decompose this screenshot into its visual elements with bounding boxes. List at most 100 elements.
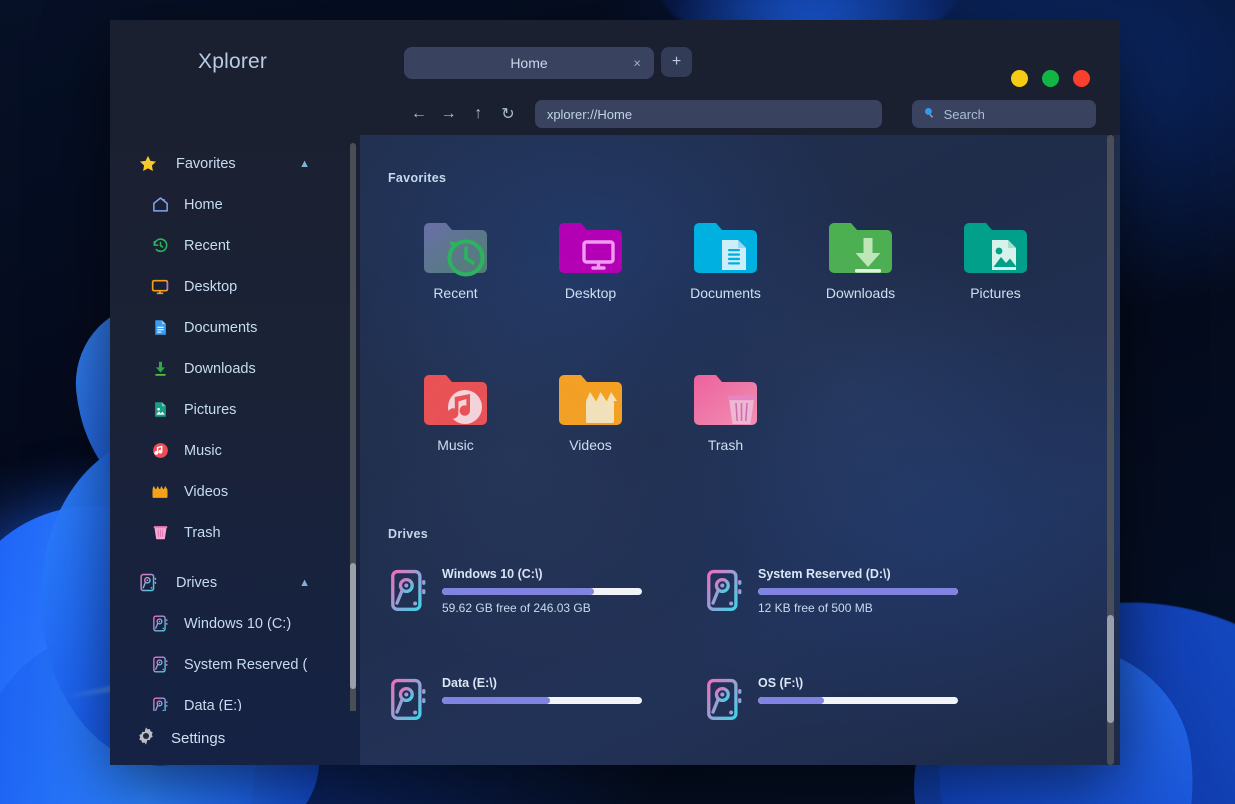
folder-tile-videos[interactable]: Videos	[523, 363, 658, 481]
folder-tile-music[interactable]: Music	[388, 363, 523, 481]
drive-icon	[388, 567, 432, 620]
folder-videos-icon	[553, 363, 629, 441]
folder-pictures-icon	[958, 211, 1034, 289]
back-icon[interactable]: ←	[404, 100, 434, 128]
folder-downloads-icon	[823, 211, 899, 289]
drive-icon	[148, 696, 172, 711]
content-scrollbar-thumb[interactable]	[1107, 615, 1114, 723]
sidebar-item-desktop-label: Desktop	[184, 278, 238, 295]
folder-recent-icon	[418, 211, 494, 289]
sidebar-item-videos[interactable]: Videos	[110, 471, 360, 512]
chevron-up-icon[interactable]: ▲	[299, 158, 310, 170]
drive-name: Data (E:\)	[442, 676, 497, 690]
drive-icon	[704, 676, 748, 729]
drive-icon	[148, 655, 172, 674]
folder-tile-music-label: Music	[437, 437, 474, 453]
sidebar: Favorites ▲ Home Recent Desktop Document…	[110, 135, 360, 765]
drive-name: Windows 10 (C:\)	[442, 567, 543, 581]
search-icon	[923, 106, 936, 122]
monitor-icon	[148, 277, 172, 297]
star-icon	[138, 154, 164, 174]
folder-tile-downloads[interactable]: Downloads	[793, 211, 928, 329]
sidebar-item-settings[interactable]: Settings	[110, 711, 360, 765]
up-icon[interactable]: ↑	[463, 100, 493, 128]
tab-home[interactable]: Home ×	[404, 47, 654, 79]
drive-name: OS (F:\)	[758, 676, 804, 690]
drive-usage-info: 12 KB free of 500 MB	[758, 601, 873, 615]
folder-tile-documents-label: Documents	[690, 285, 761, 301]
music-icon	[148, 441, 172, 460]
clock-icon	[148, 236, 172, 255]
drive-item-e[interactable]: Data (E:\)	[388, 676, 704, 729]
close-button[interactable]	[1073, 70, 1090, 87]
chevron-up-icon-drives[interactable]: ▲	[299, 577, 310, 589]
download-icon	[148, 359, 172, 378]
sidebar-item-documents-label: Documents	[184, 319, 258, 336]
minimize-button[interactable]	[1011, 70, 1028, 87]
sidebar-item-trash-label: Trash	[184, 524, 221, 541]
sidebar-item-trash[interactable]: Trash	[110, 512, 360, 553]
tab-close-icon[interactable]: ×	[633, 57, 641, 70]
window-chrome: Xplorer Home × + ← → ↑ ↻ xplorer://Home	[110, 20, 1120, 135]
window-body: Favorites ▲ Home Recent Desktop Document…	[110, 135, 1120, 765]
xplorer-window: Xplorer Home × + ← → ↑ ↻ xplorer://Home	[110, 20, 1120, 765]
folder-tile-recent-label: Recent	[433, 285, 478, 301]
drive-item-d[interactable]: System Reserved (D:\) 12 KB free of 500 …	[704, 567, 1020, 620]
refresh-icon[interactable]: ↻	[493, 100, 523, 128]
folder-tile-desktop[interactable]: Desktop	[523, 211, 658, 329]
sidebar-item-music-label: Music	[184, 442, 222, 459]
sidebar-item-desktop[interactable]: Desktop	[110, 266, 360, 307]
sidebar-item-pictures[interactable]: Pictures	[110, 389, 360, 430]
folder-tile-videos-label: Videos	[569, 437, 612, 453]
sidebar-item-drive-d[interactable]: System Reserved (	[110, 644, 360, 685]
tab-label: Home	[510, 55, 548, 71]
sidebar-scrollbar-thumb[interactable]	[350, 563, 356, 689]
drive-item-f[interactable]: OS (F:\)	[704, 676, 1020, 729]
forward-icon[interactable]: →	[434, 100, 464, 128]
sidebar-item-drive-c[interactable]: Windows 10 (C:)	[110, 603, 360, 644]
drive-usage-bar	[442, 697, 642, 704]
folder-tile-desktop-label: Desktop	[564, 285, 617, 301]
favorites-section-title: Favorites	[388, 171, 447, 185]
drive-usage-info: 59.62 GB free of 246.03 GB	[442, 601, 591, 615]
sidebar-scroll-area: Favorites ▲ Home Recent Desktop Document…	[110, 143, 360, 711]
folder-trash-icon	[688, 363, 764, 441]
sidebar-item-documents[interactable]: Documents	[110, 307, 360, 348]
sidebar-item-music[interactable]: Music	[110, 430, 360, 471]
new-tab-button[interactable]: +	[661, 47, 692, 77]
drive-item-c[interactable]: Windows 10 (C:\) 59.62 GB free of 246.03…	[388, 567, 704, 620]
image-icon	[148, 400, 172, 419]
drives-section-title: Drives	[388, 527, 429, 541]
sidebar-item-recent[interactable]: Recent	[110, 225, 360, 266]
drive-usage-bar	[758, 588, 958, 595]
search-placeholder: Search	[943, 106, 985, 122]
address-bar[interactable]: xplorer://Home	[534, 100, 882, 128]
drive-icon	[388, 676, 432, 729]
sidebar-item-downloads[interactable]: Downloads	[110, 348, 360, 389]
address-value: xplorer://Home	[546, 106, 633, 122]
drive-icon	[138, 572, 164, 593]
search-input[interactable]: Search	[911, 100, 1096, 128]
sidebar-section-drives[interactable]: Drives ▲	[110, 562, 360, 603]
folder-tile-recent[interactable]: Recent	[388, 211, 523, 329]
drive-usage-bar	[758, 697, 958, 704]
folder-tile-trash-label: Trash	[707, 437, 744, 453]
folder-tile-trash[interactable]: Trash	[658, 363, 793, 481]
gear-icon	[135, 725, 157, 752]
drive-icon	[704, 567, 748, 620]
sidebar-item-videos-label: Videos	[184, 483, 229, 500]
folder-tile-documents[interactable]: Documents	[658, 211, 793, 329]
app-title: Xplorer	[198, 50, 268, 73]
drive-icon	[148, 614, 172, 633]
sidebar-item-drive-e-label: Data (E:)	[184, 697, 243, 712]
folder-tile-pictures[interactable]: Pictures	[928, 211, 1063, 329]
folder-desktop-icon	[553, 211, 629, 289]
maximize-button[interactable]	[1042, 70, 1059, 87]
drive-usage-bar	[442, 588, 642, 595]
drives-grid: Windows 10 (C:\) 59.62 GB free of 246.03…	[388, 567, 1120, 729]
clapper-icon	[148, 482, 172, 502]
sidebar-item-home[interactable]: Home	[110, 184, 360, 225]
sidebar-item-home-label: Home	[184, 196, 223, 213]
sidebar-item-drive-e[interactable]: Data (E:)	[110, 685, 360, 711]
sidebar-section-favorites[interactable]: Favorites ▲	[110, 143, 360, 184]
